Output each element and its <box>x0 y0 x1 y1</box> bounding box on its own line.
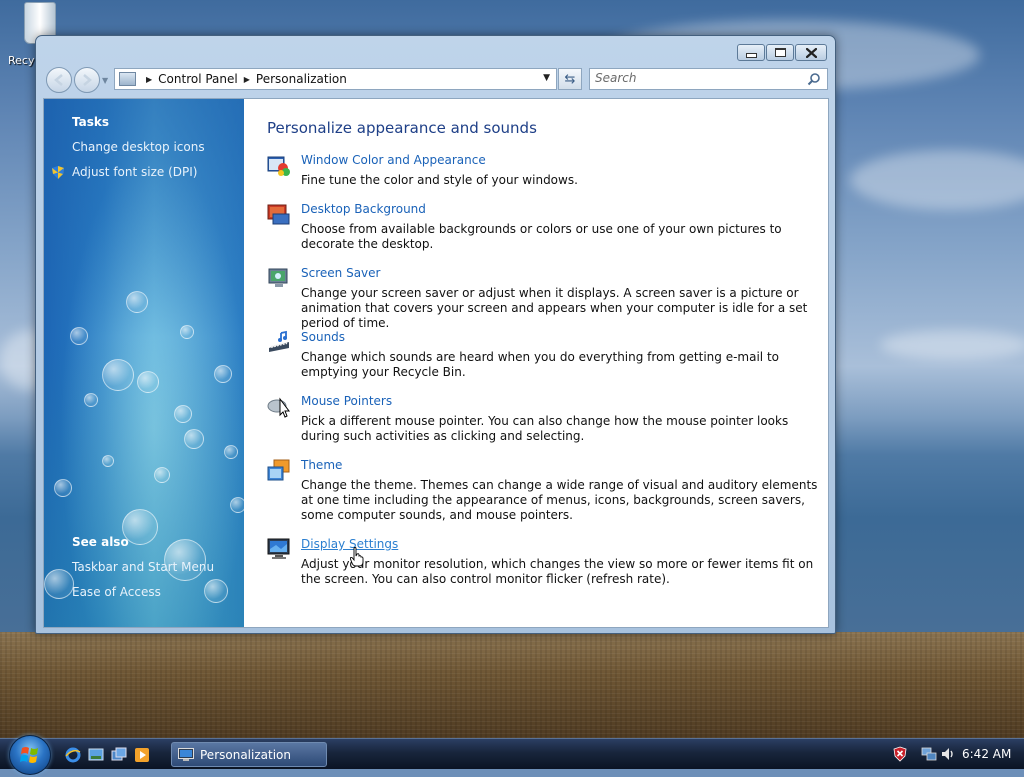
network-icon[interactable] <box>921 746 937 762</box>
theme-description: Change the theme. Themes can change a wi… <box>301 478 818 522</box>
recent-pages-dropdown-icon[interactable]: ▼ <box>102 76 108 85</box>
display-settings-icon <box>267 538 290 559</box>
start-button[interactable] <box>9 735 51 775</box>
task-button-label: Personalization <box>200 747 291 762</box>
search-icon[interactable] <box>807 72 821 86</box>
sounds-link[interactable]: Sounds <box>301 330 345 344</box>
cloud <box>880 330 1024 360</box>
breadcrumb-personalization[interactable]: Personalization <box>256 72 347 86</box>
bubble-decoration <box>214 365 232 383</box>
sounds-description: Change which sounds are heard when you d… <box>301 350 779 379</box>
breadcrumb-arrow-icon[interactable]: ▶ <box>244 75 250 84</box>
theme-icon <box>267 459 290 481</box>
desktop-background-icon <box>267 204 290 225</box>
tray-icons <box>921 739 956 769</box>
system-tray <box>893 739 907 769</box>
screen-saver-description: Change your screen saver or adjust when … <box>301 286 808 330</box>
internet-explorer-icon[interactable] <box>65 747 81 763</box>
bubble-decoration <box>174 405 192 423</box>
tasks-heading: Tasks <box>72 115 110 129</box>
desktop-background-description: Choose from available backgrounds or col… <box>301 222 782 251</box>
taskbar-start-menu-link[interactable]: Taskbar and Start Menu <box>72 560 214 574</box>
windows-logo-icon <box>20 747 38 763</box>
forward-arrow-icon <box>83 74 92 86</box>
hand-cursor-icon <box>350 547 364 567</box>
bubble-decoration <box>224 445 238 459</box>
uac-shield-icon <box>52 166 64 179</box>
mouse-pointers-description: Pick a different mouse pointer. You can … <box>301 414 789 443</box>
bubble-decoration <box>154 467 170 483</box>
address-bar[interactable]: ▶ Control Panel ▶ Personalization ▼ <box>114 68 557 90</box>
bubble-decoration <box>184 429 204 449</box>
window-color-icon <box>267 156 290 176</box>
minimize-icon <box>745 52 757 58</box>
bubble-decoration <box>54 479 72 497</box>
taskbar: Personalization 6:42 AM <box>0 735 1024 775</box>
desktop-ground <box>0 632 1024 738</box>
screen-saver-icon <box>268 268 288 287</box>
adjust-font-size-label: Adjust font size (DPI) <box>72 165 198 179</box>
see-also-section: See also Taskbar and Start Menu Ease of … <box>72 535 214 599</box>
cloud <box>850 150 1024 210</box>
bubble-decoration <box>180 325 194 339</box>
personalization-taskbar-button[interactable]: Personalization <box>171 742 327 767</box>
volume-icon[interactable] <box>940 746 956 762</box>
back-button[interactable] <box>46 67 72 93</box>
window-color-description: Fine tune the color and style of your wi… <box>301 173 578 187</box>
theme-link[interactable]: Theme <box>301 458 342 472</box>
mouse-pointers-link[interactable]: Mouse Pointers <box>301 394 392 408</box>
tasks-section: Tasks Change desktop icons Adjust font s… <box>52 115 205 179</box>
window-controls <box>737 44 827 61</box>
content-area: Tasks Change desktop icons Adjust font s… <box>43 98 829 628</box>
search-input[interactable] <box>590 69 795 87</box>
adjust-font-size-link[interactable]: Adjust font size (DPI) <box>52 165 205 179</box>
address-dropdown-icon[interactable]: ▼ <box>543 73 550 83</box>
control-panel-icon <box>119 72 136 86</box>
main-panel: Personalize appearance and sounds Window… <box>267 119 817 586</box>
maximize-icon <box>774 48 786 57</box>
window-color-link[interactable]: Window Color and Appearance <box>301 153 486 167</box>
desktop-background-link[interactable]: Desktop Background <box>301 202 426 216</box>
breadcrumb-arrow-icon[interactable]: ▶ <box>146 75 152 84</box>
sounds-icon <box>269 330 289 352</box>
minimize-button[interactable] <box>737 44 765 61</box>
taskbar-clock[interactable]: 6:42 AM <box>962 747 1011 761</box>
bubble-decoration <box>102 359 134 391</box>
search-box <box>589 68 828 90</box>
close-icon <box>805 47 817 58</box>
see-also-heading: See also <box>72 535 129 549</box>
ease-of-access-link[interactable]: Ease of Access <box>72 585 214 599</box>
close-button[interactable] <box>795 44 827 61</box>
mouse-pointers-icon <box>267 397 290 418</box>
bubble-decoration <box>230 497 244 513</box>
bubble-decoration <box>44 569 74 599</box>
maximize-button[interactable] <box>766 44 794 61</box>
breadcrumb-control-panel[interactable]: Control Panel <box>158 72 238 86</box>
display-settings-description: Adjust your monitor resolution, which ch… <box>301 557 814 586</box>
personalization-window: ▼ ▶ Control Panel ▶ Personalization ▼ ⇆ <box>35 35 836 634</box>
refresh-icon: ⇆ <box>564 71 576 87</box>
refresh-button[interactable]: ⇆ <box>558 68 582 90</box>
show-desktop-icon[interactable] <box>88 747 104 763</box>
media-player-icon[interactable] <box>134 747 150 763</box>
bubble-decoration <box>137 371 159 393</box>
change-desktop-icons-link[interactable]: Change desktop icons <box>72 140 205 154</box>
bubble-decoration <box>84 393 98 407</box>
forward-button[interactable] <box>74 67 100 93</box>
page-title: Personalize appearance and sounds <box>267 119 537 137</box>
security-alert-icon[interactable] <box>893 746 907 762</box>
back-arrow-icon <box>54 74 63 86</box>
screen-saver-link[interactable]: Screen Saver <box>301 266 380 280</box>
bubble-decoration <box>102 455 114 467</box>
bubble-decoration <box>126 291 148 313</box>
task-pane: Tasks Change desktop icons Adjust font s… <box>44 99 244 627</box>
navigation-bar: ▼ ▶ Control Panel ▶ Personalization ▼ ⇆ <box>44 66 828 96</box>
switch-windows-icon[interactable] <box>111 747 127 763</box>
recycle-bin-label: Recy <box>8 54 35 67</box>
personalization-window-icon <box>178 747 194 761</box>
bubble-decoration <box>70 327 88 345</box>
